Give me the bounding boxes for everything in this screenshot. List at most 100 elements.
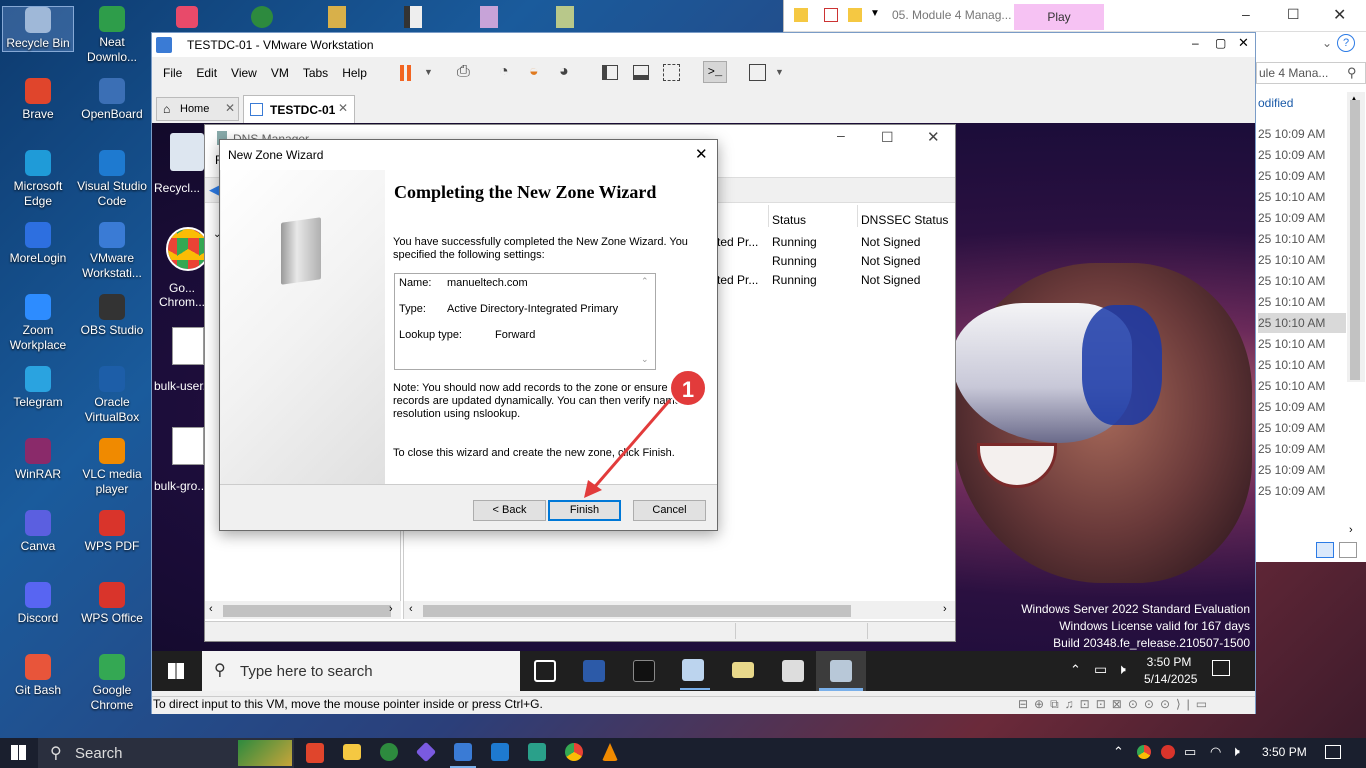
file-modified-cell[interactable]: 25 10:09 AM <box>1258 481 1346 501</box>
desktop-icon[interactable]: Google Chrome <box>76 654 148 713</box>
chevron-down-icon[interactable]: ▼ <box>870 8 880 19</box>
spreadsheet-icon[interactable] <box>528 743 546 761</box>
scroll-left-icon[interactable]: ‹ <box>409 603 413 615</box>
edge-icon[interactable] <box>380 743 398 761</box>
vscode-icon[interactable] <box>491 743 509 761</box>
file-modified-cell[interactable]: 25 10:09 AM <box>1258 460 1346 480</box>
guest-powershell-file-icon[interactable] <box>172 427 204 465</box>
file-icon[interactable] <box>480 6 498 28</box>
menu-view[interactable]: View <box>231 66 257 80</box>
file-explorer-icon[interactable] <box>732 662 754 678</box>
file-modified-cell[interactable]: 25 10:10 AM <box>1258 313 1346 333</box>
close-button[interactable]: ✕ <box>1238 35 1249 51</box>
tab-testdc-01[interactable]: TESTDC-01 ✕ <box>243 95 355 123</box>
file-modified-cell[interactable]: 25 10:09 AM <box>1258 208 1346 228</box>
file-modified-cell[interactable]: 25 10:09 AM <box>1258 439 1346 459</box>
chevron-down-icon[interactable]: ▼ <box>424 67 433 77</box>
console-view-icon[interactable]: >_ <box>703 61 727 83</box>
file-icon[interactable] <box>328 6 346 28</box>
properties-icon[interactable] <box>824 8 838 22</box>
powershell-icon[interactable] <box>583 660 605 682</box>
thumbnail-bar-icon[interactable] <box>633 65 649 80</box>
cmd-icon[interactable] <box>633 660 655 682</box>
server-manager-icon[interactable] <box>682 659 704 681</box>
file-icon[interactable] <box>556 6 574 28</box>
desktop-icon[interactable]: WPS Office <box>76 582 148 626</box>
minimize-button[interactable]: – <box>837 127 845 143</box>
file-modified-cell[interactable]: 25 10:09 AM <box>1258 145 1346 165</box>
fit-guest-icon[interactable] <box>663 64 680 81</box>
file-modified-cell[interactable]: 25 10:10 AM <box>1258 292 1346 312</box>
snapshot-icon[interactable]: ◔ <box>499 63 509 81</box>
volume-icon[interactable]: 🕨 <box>1117 661 1126 678</box>
desktop-icon[interactable]: OpenBoard <box>76 78 148 122</box>
tray-app-icon[interactable] <box>1161 745 1175 759</box>
sidebar-toggle-icon[interactable] <box>602 65 618 80</box>
menu-file[interactable]: File <box>163 66 182 80</box>
desktop-icon[interactable]: Oracle VirtualBox <box>76 366 148 425</box>
file-modified-cell[interactable]: 25 10:10 AM <box>1258 271 1346 291</box>
scroll-up-icon[interactable]: ⌃ <box>641 276 649 287</box>
finish-button[interactable]: Finish <box>548 500 621 521</box>
vlc-icon[interactable] <box>602 743 618 761</box>
guest-powershell-file-icon[interactable] <box>172 327 204 365</box>
guest-chrome-icon[interactable] <box>166 227 210 271</box>
tiles-view-icon[interactable] <box>1339 542 1357 558</box>
desktop-icon[interactable]: VLC media player <box>76 438 148 497</box>
back-button[interactable]: < Back <box>473 500 546 521</box>
app-shortcut-icon[interactable] <box>176 6 198 28</box>
desktop-icon[interactable]: Git Bash <box>2 654 74 698</box>
scrollbar-thumb[interactable] <box>423 605 851 617</box>
close-button[interactable]: ✕ <box>927 128 940 146</box>
help-icon[interactable]: ? <box>1337 34 1355 52</box>
notifications-icon[interactable] <box>1212 660 1230 676</box>
guest-search-box[interactable]: ⚲ Type here to search <box>202 651 520 691</box>
chevron-down-icon[interactable]: ⌄ <box>1322 36 1332 50</box>
file-modified-cell[interactable]: 25 10:10 AM <box>1258 334 1346 354</box>
revert-snapshot-icon[interactable]: ◒ <box>529 63 539 81</box>
maximize-button[interactable]: ▢ <box>1215 36 1226 50</box>
wifi-icon[interactable]: ◠ <box>1210 744 1221 760</box>
scroll-right-icon[interactable]: › <box>1349 524 1353 536</box>
pause-icon[interactable] <box>407 65 411 81</box>
app-icon[interactable] <box>415 741 437 763</box>
scroll-right-icon[interactable]: › <box>943 603 947 615</box>
menu-edit[interactable]: Edit <box>196 66 217 80</box>
desktop-icon[interactable]: Microsoft Edge <box>2 150 74 209</box>
edge-dev-icon[interactable] <box>251 6 273 28</box>
file-modified-cell[interactable]: 25 10:10 AM <box>1258 229 1346 249</box>
file-modified-cell[interactable]: 25 10:09 AM <box>1258 397 1346 417</box>
scroll-right-icon[interactable]: › <box>389 603 393 615</box>
host-clock[interactable]: 3:50 PM <box>1262 745 1307 759</box>
windows-start-icon[interactable] <box>168 663 184 679</box>
chrome-tray-icon[interactable] <box>1137 745 1151 759</box>
volume-icon[interactable]: 🕨 <box>1231 743 1240 760</box>
file-explorer-icon[interactable] <box>343 744 361 760</box>
close-button[interactable]: ✕ <box>695 145 708 163</box>
tab-home[interactable]: ⌂ Home ✕ <box>156 97 239 121</box>
back-arrow-icon[interactable]: ◀ <box>209 182 219 198</box>
details-view-icon[interactable] <box>1316 542 1334 558</box>
maximize-button[interactable]: ☐ <box>881 129 894 146</box>
desktop-icon[interactable]: Recycle Bin <box>2 6 74 52</box>
chevron-down-icon[interactable]: ▼ <box>775 67 784 77</box>
desktop-icon[interactable]: Zoom Workplace <box>2 294 74 353</box>
file-icon[interactable] <box>404 6 422 28</box>
file-modified-cell[interactable]: 25 10:09 AM <box>1258 166 1346 186</box>
send-keys-icon[interactable]: ⎙ <box>457 63 470 81</box>
guest-clock[interactable]: 3:50 PM 5/14/2025 <box>1144 654 1197 688</box>
settings-summary-box[interactable]: Name: manueltech.com Type: Active Direct… <box>394 273 656 370</box>
column-modified[interactable]: odified <box>1258 96 1293 110</box>
explorer-search-input[interactable]: ule 4 Mana... <box>1259 66 1328 80</box>
cancel-button[interactable]: Cancel <box>633 500 706 521</box>
device-status-icons[interactable]: ⊟⊕⧉♫⊡⊡⊠⊙⊙⊙⟩|▭ <box>1018 697 1213 712</box>
desktop-icon[interactable]: Canva <box>2 510 74 554</box>
brave-icon[interactable] <box>306 743 324 763</box>
column-dnssec-status[interactable]: DNSSEC Status <box>861 213 948 227</box>
scrollbar-thumb[interactable] <box>223 605 391 617</box>
new-folder-icon[interactable] <box>848 8 862 22</box>
desktop-icon[interactable]: WPS PDF <box>76 510 148 554</box>
snapshot-manager-icon[interactable]: ◕ <box>559 63 569 81</box>
fullscreen-icon[interactable] <box>749 64 766 81</box>
tray-chevron-up-icon[interactable]: ⌃ <box>1113 744 1124 760</box>
